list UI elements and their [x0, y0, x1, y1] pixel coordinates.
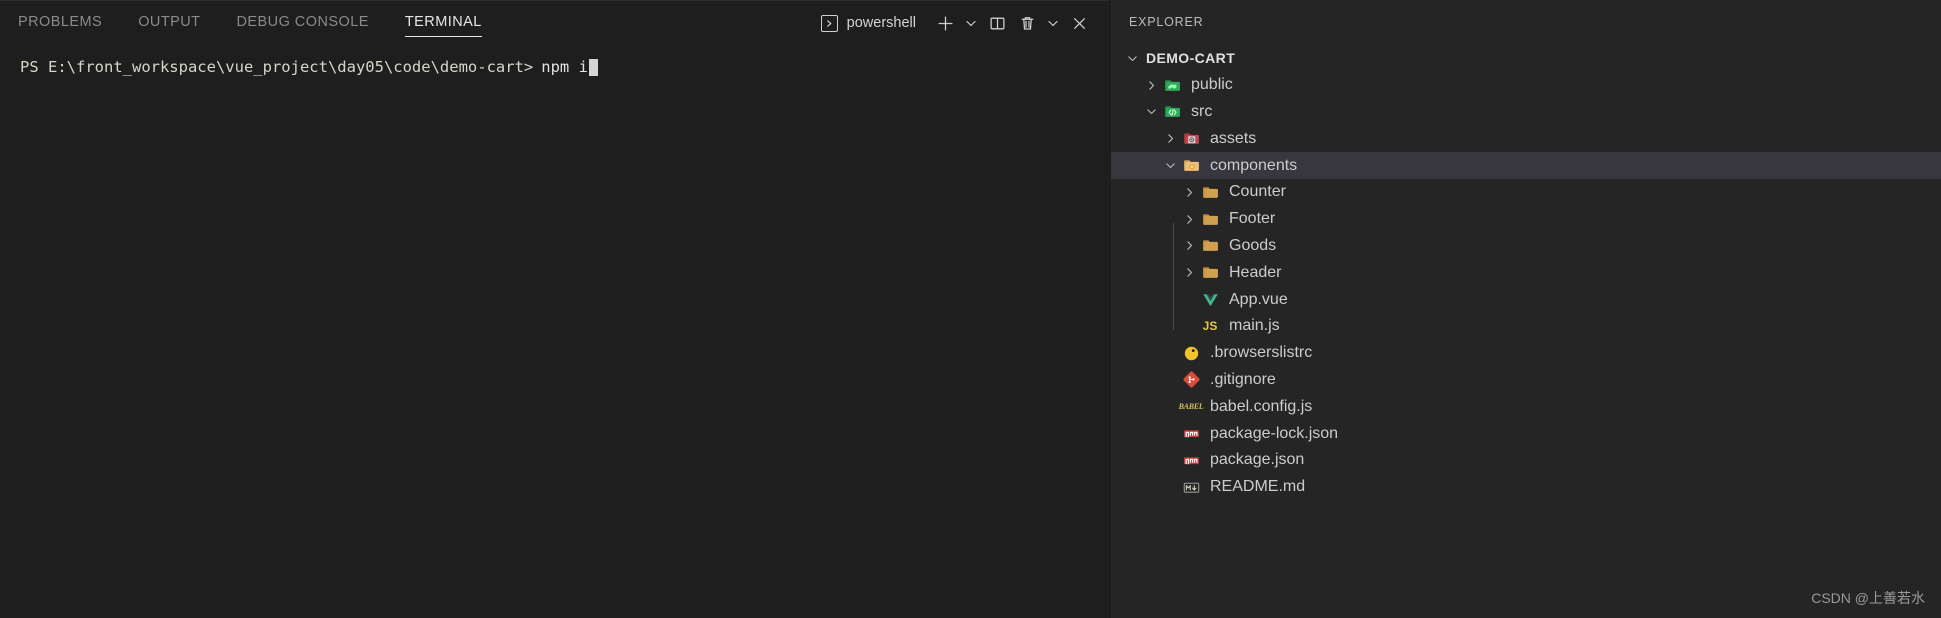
terminal-prompt: PS E:\front_workspace\vue_project\day05\… [20, 58, 534, 76]
tab-debug-console[interactable]: DEBUG CONSOLE [237, 1, 369, 45]
tree-item-label: .browserslistrc [1210, 344, 1313, 362]
indent-guide [1173, 223, 1174, 330]
tree-root-demo-cart[interactable]: DEMO-CART [1111, 45, 1941, 72]
tab-output[interactable]: OUTPUT [138, 1, 200, 45]
terminal-cursor [588, 58, 598, 76]
tree-item-label: DEMO-CART [1146, 50, 1236, 67]
tree-item-label: main.js [1229, 317, 1280, 335]
tree-item-label: src [1191, 102, 1213, 120]
chevron-right-icon[interactable] [1161, 133, 1180, 144]
tree-item-goods[interactable]: Goods [1111, 233, 1941, 260]
folder-src-icon [1161, 102, 1183, 122]
tree-item-label: public [1191, 76, 1233, 94]
explorer-sidebar: EXPLORER DEMO-CART public src assets compone… [1110, 0, 1941, 618]
npm-icon [1180, 450, 1202, 470]
folder-assets-icon [1180, 129, 1202, 149]
tree-item-src[interactable]: src [1111, 99, 1941, 126]
tree-item-package-lock-json[interactable]: package-lock.json [1111, 420, 1941, 447]
chevron-right-icon[interactable] [1180, 240, 1199, 251]
terminal-prompt-line: PS E:\front_workspace\vue_project\day05\… [20, 57, 1110, 77]
tab-output-label: OUTPUT [138, 13, 201, 30]
watermark: CSDN @上善若水 [1811, 590, 1925, 606]
folder-public-icon [1161, 75, 1183, 95]
chevron-right-icon[interactable] [1180, 267, 1199, 278]
tab-terminal-label: TERMINAL [404, 13, 482, 30]
tree-item-app-vue[interactable]: App.vue [1111, 286, 1941, 313]
tree-item-footer[interactable]: Footer [1111, 206, 1941, 233]
tree-item-label: package-lock.json [1210, 424, 1339, 442]
folder-icon [1199, 236, 1221, 256]
terminal-command: npm i [541, 58, 588, 76]
chevron-down-icon[interactable] [1161, 160, 1180, 171]
tab-debug-console-label: DEBUG CONSOLE [236, 13, 369, 30]
js-icon: JS [1202, 319, 1218, 334]
vscode-window: PROBLEMS OUTPUT DEBUG CONSOLE TERMINAL p… [0, 0, 1941, 618]
file-tree: DEMO-CART public src assets components Counte… [1111, 44, 1941, 618]
tree-item-label: Footer [1229, 210, 1276, 228]
kill-terminal-button[interactable] [1012, 8, 1042, 38]
panel-views-dropdown[interactable] [1042, 8, 1064, 38]
folder-icon [1199, 209, 1221, 229]
tree-item-label: package.json [1210, 451, 1305, 469]
tree-item-label: Counter [1229, 183, 1286, 201]
tree-item-label: babel.config.js [1210, 397, 1313, 415]
vue-icon [1199, 290, 1221, 310]
git-icon [1180, 370, 1202, 390]
tree-item-public[interactable]: public [1111, 72, 1941, 99]
tree-item-label: Header [1229, 263, 1282, 281]
tree-item-header[interactable]: Header [1111, 259, 1941, 286]
terminal-output[interactable]: PS E:\front_workspace\vue_project\day05\… [0, 45, 1110, 618]
chevron-down-icon[interactable] [1142, 106, 1161, 117]
tree-item-label: assets [1210, 129, 1257, 147]
tree-item-label: App.vue [1229, 290, 1288, 308]
tab-terminal[interactable]: TERMINAL [404, 1, 482, 45]
chevron-down-icon[interactable] [1123, 53, 1142, 64]
tree-item-components[interactable]: components [1111, 152, 1941, 179]
npm-icon [1180, 424, 1202, 444]
markdown-icon [1180, 477, 1202, 497]
chevron-right-icon[interactable] [1180, 214, 1199, 225]
chevron-right-icon[interactable] [1180, 187, 1199, 198]
terminal-selector[interactable]: powershell [820, 14, 916, 32]
tree-item-browserslistrc[interactable]: .browserslistrc [1111, 340, 1941, 367]
panel-header: PROBLEMS OUTPUT DEBUG CONSOLE TERMINAL p… [0, 1, 1110, 45]
tree-item-readme-md[interactable]: README.md [1111, 474, 1941, 501]
babel-icon: BABEL [1178, 402, 1204, 412]
folder-icon [1199, 263, 1221, 283]
tree-item-assets[interactable]: assets [1111, 125, 1941, 152]
tree-item-label: components [1210, 156, 1298, 174]
browserslist-icon [1180, 343, 1202, 363]
tree-item-label: Goods [1229, 236, 1277, 254]
new-terminal-button[interactable] [930, 8, 960, 38]
tab-problems[interactable]: PROBLEMS [18, 1, 102, 45]
tree-item-babel-config-js[interactable]: BABEL babel.config.js [1111, 393, 1941, 420]
explorer-title: EXPLORER [1129, 15, 1204, 29]
chevron-right-box-icon [820, 14, 838, 32]
folder-icon [1199, 182, 1221, 202]
terminal-selector-label: powershell [846, 15, 916, 31]
panel-tab-list: PROBLEMS OUTPUT DEBUG CONSOLE TERMINAL [18, 1, 518, 45]
split-terminal-button[interactable] [982, 8, 1012, 38]
chevron-right-icon[interactable] [1142, 80, 1161, 91]
bottom-panel: PROBLEMS OUTPUT DEBUG CONSOLE TERMINAL p… [0, 0, 1110, 618]
tree-item-main-js[interactable]: JS main.js [1111, 313, 1941, 340]
tab-problems-label: PROBLEMS [18, 13, 103, 30]
tree-item-label: README.md [1210, 478, 1306, 496]
tree-item-counter[interactable]: Counter [1111, 179, 1941, 206]
tree-item-label: .gitignore [1210, 370, 1276, 388]
tree-item-package-json[interactable]: package.json [1111, 447, 1941, 474]
panel-actions: powershell [820, 1, 1094, 45]
close-panel-button[interactable] [1064, 8, 1094, 38]
new-terminal-dropdown[interactable] [960, 8, 982, 38]
folder-components-icon [1180, 156, 1202, 176]
tree-item-gitignore[interactable]: .gitignore [1111, 367, 1941, 394]
